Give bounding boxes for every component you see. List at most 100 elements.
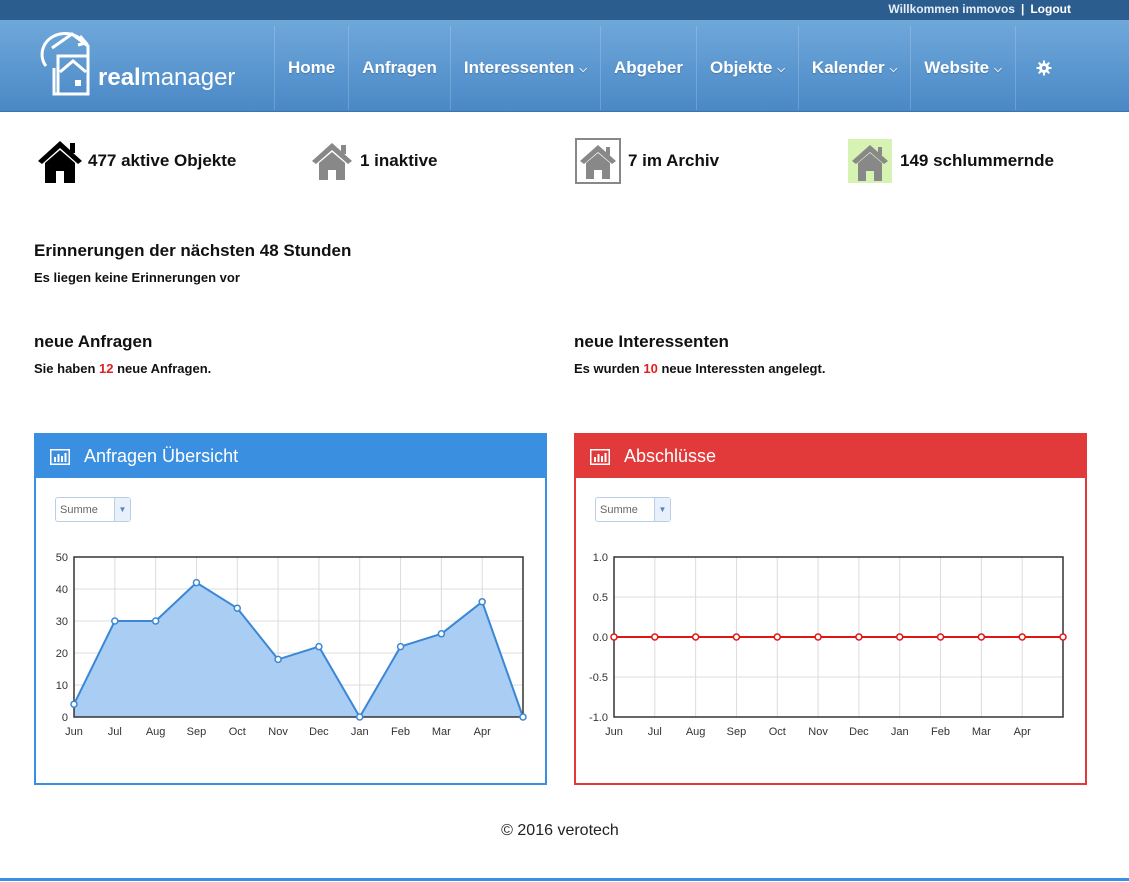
- y-tick-label: 40: [56, 584, 68, 596]
- x-tick-label: Oct: [229, 726, 246, 738]
- requests-overview-header: Anfragen Übersicht: [36, 435, 545, 478]
- logo-text: realmanager: [98, 64, 235, 92]
- nav-anfragen[interactable]: Anfragen: [348, 26, 450, 110]
- requests-overview-panel: Anfragen Übersicht Summe ▼ 50 40 30 20 10 0 Ju…: [34, 433, 547, 785]
- x-tick-label: Apr: [1014, 726, 1031, 738]
- data-point: [651, 633, 659, 641]
- bar-chart-icon: [590, 448, 610, 465]
- data-point: [732, 633, 741, 641]
- stat-inactive-label: 1 inaktive: [360, 151, 438, 170]
- closings-chart: 1.0 0.5 0.0 -0.5 -1.0 Jun Jul Aug Sep Oct Nov Dec Ja…: [589, 552, 1067, 738]
- welcome-text: Willkommen immovos: [888, 2, 1015, 16]
- data-point: [233, 604, 242, 612]
- x-tick-label: Mar: [972, 726, 991, 738]
- data-point: [1059, 633, 1067, 641]
- requests-chart: 50 40 30 20 10 0 Jun Jul Aug Sep Oct Nov Dec Jan Feb Ma…: [56, 552, 527, 738]
- bar-chart-icon: [50, 448, 70, 465]
- x-tick-label: Dec: [309, 726, 329, 738]
- nav-abgeber[interactable]: Abgeber: [600, 26, 696, 110]
- nav-abgeber-label: Abgeber: [614, 58, 683, 77]
- data-point: [895, 633, 904, 641]
- y-tick-label: 50: [56, 552, 68, 564]
- data-point: [355, 713, 364, 721]
- nav-kalender[interactable]: Kalender ⌵: [797, 26, 910, 110]
- data-point: [70, 700, 78, 708]
- footer-copyright: © 2016 verotech: [501, 822, 619, 839]
- logo-suffix: manager: [140, 64, 236, 91]
- nav-website-label: Website: [924, 58, 990, 77]
- y-tick-label: 0.0: [593, 632, 608, 644]
- x-tick-label: Jul: [648, 726, 662, 738]
- separator: |: [1020, 2, 1025, 16]
- data-point: [691, 633, 700, 641]
- data-point: [274, 655, 282, 664]
- data-point: [478, 598, 486, 606]
- logo-house-icon: [40, 32, 90, 96]
- interested-title: neue Interessenten: [574, 332, 729, 351]
- house-black-icon: [38, 141, 82, 183]
- x-tick-label: Aug: [686, 726, 706, 738]
- interested-text-pre: Es wurden: [574, 361, 644, 376]
- x-tick-label: Dec: [849, 726, 869, 738]
- logout-link[interactable]: Logout: [1030, 2, 1071, 16]
- data-point: [936, 633, 945, 641]
- stat-archive-label: 7 im Archiv: [628, 151, 720, 170]
- x-tick-label: Jun: [65, 726, 83, 738]
- nav-anfragen-label: Anfragen: [362, 58, 437, 77]
- requests-count: 12: [99, 361, 114, 376]
- x-tick-label: Nov: [268, 726, 288, 738]
- stat-sleeping[interactable]: 149 schlummernde: [848, 136, 1054, 186]
- nav-objekte-label: Objekte: [709, 58, 773, 77]
- logo[interactable]: realmanager: [34, 28, 244, 102]
- x-tick-label: Jan: [891, 726, 909, 738]
- stat-inactive[interactable]: 1 inaktive: [308, 136, 438, 186]
- nav-website[interactable]: Website ⌵: [910, 26, 1014, 110]
- y-tick-label: -1.0: [589, 712, 608, 724]
- requests-overview-title: Anfragen Übersicht: [84, 446, 239, 466]
- nav-objekte[interactable]: Objekte ⌵: [695, 26, 798, 110]
- x-tick-label: Apr: [474, 726, 491, 738]
- data-point: [773, 633, 782, 641]
- x-tick-label: Aug: [146, 726, 166, 738]
- house-gray-icon: [312, 143, 352, 180]
- nav-settings[interactable]: [1014, 26, 1072, 110]
- dropdown-arrow-icon: ▼: [114, 498, 130, 521]
- data-point: [437, 630, 446, 638]
- data-point: [855, 633, 863, 641]
- closings-select-value: Summe: [600, 504, 638, 516]
- data-point: [977, 633, 986, 641]
- nav-home[interactable]: Home: [274, 26, 348, 110]
- data-point: [396, 642, 405, 651]
- requests-select-value: Summe: [60, 504, 98, 516]
- requests-text: Sie haben 12 neue Anfragen.: [34, 361, 211, 376]
- chevron-down-icon: ⌵: [777, 63, 785, 75]
- closings-title: Abschlüsse: [624, 446, 717, 466]
- requests-aggregate-select[interactable]: Summe ▼: [55, 497, 131, 522]
- y-tick-label: 1.0: [593, 552, 608, 564]
- x-tick-label: Feb: [391, 726, 410, 738]
- y-tick-label: 20: [56, 648, 68, 660]
- closings-header: Abschlüsse: [576, 435, 1085, 478]
- chevron-down-icon: ⌵: [994, 63, 1002, 75]
- nav-interessenten[interactable]: Interessenten ⌵: [449, 26, 600, 110]
- y-tick-label: -0.5: [589, 672, 608, 684]
- top-bar: Willkommen immovos | Logout: [0, 0, 1129, 20]
- x-tick-label: Sep: [727, 726, 747, 738]
- stat-archive[interactable]: 7 im Archiv: [574, 136, 719, 186]
- stat-sleeping-label: 149 schlummernde: [900, 151, 1055, 170]
- data-point: [814, 633, 822, 641]
- header: realmanager Home Anfragen Interessenten ⌵…: [0, 20, 1129, 112]
- x-tick-label: Sep: [187, 726, 207, 738]
- requests-text-pre: Sie haben: [34, 361, 100, 376]
- stat-active[interactable]: 477 aktive Objekte: [36, 136, 236, 186]
- data-point: [610, 633, 618, 641]
- reminders-title: Erinnerungen der nächsten 48 Stunden: [34, 241, 352, 260]
- main-nav: Home Anfragen Interessenten ⌵ Abgeber Obj…: [274, 26, 1072, 110]
- nav-home-label: Home: [288, 58, 336, 77]
- chevron-down-icon: ⌵: [579, 63, 587, 75]
- x-tick-label: Mar: [432, 726, 451, 738]
- reminders-text: Es liegen keine Erinnerungen vor: [34, 270, 240, 285]
- x-tick-label: Jun: [605, 726, 623, 738]
- closings-aggregate-select[interactable]: Summe ▼: [595, 497, 671, 522]
- y-tick-label: 0: [62, 712, 68, 724]
